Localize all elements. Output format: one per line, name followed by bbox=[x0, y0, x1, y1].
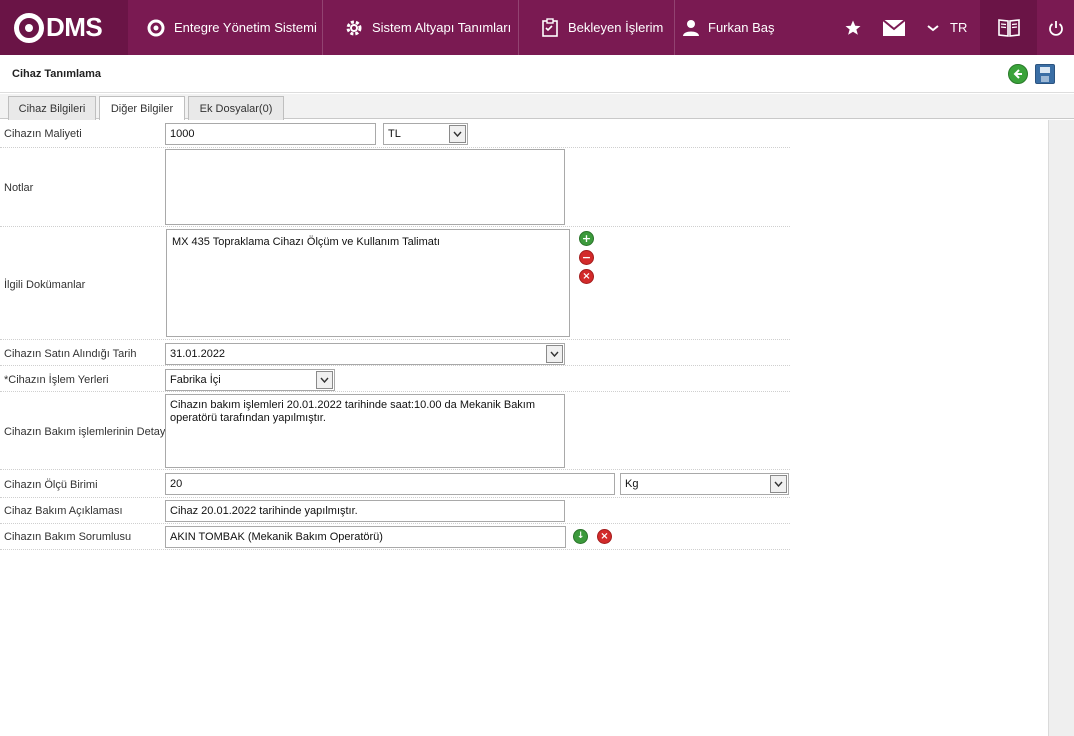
nav-pending-tasks-label: Bekleyen İşlerim bbox=[568, 20, 664, 35]
maintenance-detail-textarea[interactable]: Cihazın bakım işlemleri 20.01.2022 tarih… bbox=[165, 394, 565, 468]
nav-infrastructure[interactable]: Sistem Altyapı Tanımları bbox=[344, 0, 511, 55]
logo-text: DMS bbox=[46, 12, 103, 42]
tab-label: Cihaz Bilgileri bbox=[18, 102, 86, 115]
logo-q-icon bbox=[14, 12, 44, 43]
maintenance-desc-input[interactable]: Cihaz 20.01.2022 tarihinde yapılmıştır. bbox=[165, 500, 565, 522]
tab-label: Ek Dosyalar(0) bbox=[199, 102, 273, 115]
favorites-button[interactable] bbox=[844, 0, 862, 55]
chevron-down-icon bbox=[449, 125, 466, 143]
measure-unit-label: Cihazın Ölçü Birimi bbox=[4, 479, 98, 491]
measure-unit-select[interactable]: Kg bbox=[620, 473, 789, 495]
tab-other-info[interactable]: Diğer Bilgiler bbox=[99, 96, 185, 120]
nav-divider bbox=[518, 0, 519, 55]
star-icon bbox=[845, 20, 861, 35]
purchase-date-row: Cihazın Satın Alındığı Tarih 31.01.2022 bbox=[0, 340, 790, 366]
maintenance-owner-row: Cihazın Bakım Sorumlusu AKIN TOMBAK (Mek… bbox=[0, 524, 790, 550]
maintenance-desc-label: Cihaz Bakım Açıklaması bbox=[4, 505, 123, 517]
top-navigation-bar: DMS Entegre Yönetim Sistemi Sistem Altya… bbox=[0, 0, 1074, 55]
maintenance-owner-input[interactable]: AKIN TOMBAK (Mekanik Bakım Operatörü) bbox=[165, 526, 566, 548]
tab-label: Diğer Bilgiler bbox=[110, 102, 174, 115]
notes-textarea[interactable] bbox=[165, 149, 565, 225]
tab-device-info[interactable]: Cihaz Bilgileri bbox=[8, 96, 96, 120]
save-button[interactable] bbox=[1035, 64, 1055, 84]
currency-value: TL bbox=[388, 128, 401, 140]
purchase-date-label: Cihazın Satın Alındığı Tarih bbox=[4, 348, 137, 360]
measure-value-input[interactable]: 20 bbox=[165, 473, 615, 495]
form-area: Cihazın Maliyeti 1000 TL Notlar İlgili D… bbox=[0, 120, 1048, 736]
documents-list[interactable]: MX 435 Topraklama Cihazı Ölçüm ve Kullan… bbox=[166, 229, 570, 337]
q-circle-icon bbox=[147, 19, 165, 36]
close-icon: × bbox=[582, 270, 591, 282]
help-book-button[interactable] bbox=[980, 0, 1037, 55]
documents-row: İlgili Dokümanlar MX 435 Topraklama Ciha… bbox=[0, 227, 790, 340]
nav-divider bbox=[674, 0, 675, 55]
vertical-scrollbar[interactable] bbox=[1048, 120, 1074, 736]
arrow-left-icon bbox=[1013, 69, 1022, 79]
maintenance-owner-label: Cihazın Bakım Sorumlusu bbox=[4, 531, 132, 543]
gear-icon bbox=[346, 20, 362, 35]
arrow-down-icon: ↓ bbox=[576, 531, 585, 541]
user-name: Furkan Baş bbox=[708, 20, 775, 35]
select-owner-button[interactable]: ↓ bbox=[573, 529, 588, 544]
measure-unit-row: Cihazın Ölçü Birimi 20 Kg bbox=[0, 470, 790, 498]
nav-user-menu[interactable]: Furkan Baş bbox=[682, 0, 774, 55]
documents-label: İlgili Dokümanlar bbox=[4, 279, 86, 291]
locations-value: Fabrika İçi bbox=[170, 374, 221, 386]
chevron-down-icon bbox=[546, 345, 563, 363]
purchase-date-select[interactable]: 31.01.2022 bbox=[165, 343, 565, 365]
page-title: Cihaz Tanımlama bbox=[12, 68, 102, 80]
notes-label: Notlar bbox=[4, 182, 34, 194]
maintenance-desc-row: Cihaz Bakım Açıklaması Cihaz 20.01.2022 … bbox=[0, 498, 790, 524]
document-item[interactable]: MX 435 Topraklama Cihazı Ölçüm ve Kullan… bbox=[172, 236, 564, 249]
nav-pending-tasks[interactable]: Bekleyen İşlerim bbox=[540, 0, 663, 55]
locations-label: *Cihazın İşlem Yerleri bbox=[4, 374, 109, 386]
power-icon bbox=[1048, 20, 1063, 36]
minus-icon: − bbox=[581, 251, 592, 264]
clear-owner-button[interactable]: × bbox=[597, 529, 612, 544]
measure-unit-value: Kg bbox=[625, 478, 639, 490]
user-icon bbox=[683, 19, 699, 36]
back-button[interactable] bbox=[1008, 64, 1028, 84]
language-selector[interactable]: TR bbox=[926, 0, 967, 55]
logout-button[interactable] bbox=[1037, 0, 1074, 55]
mail-icon bbox=[883, 19, 905, 36]
chevron-down-icon bbox=[316, 371, 333, 389]
page-header: Cihaz Tanımlama bbox=[0, 55, 1074, 93]
locations-row: *Cihazın İşlem Yerleri Fabrika İçi bbox=[0, 366, 790, 392]
cost-input[interactable]: 1000 bbox=[165, 123, 376, 145]
maintenance-detail-row: Cihazın Bakım işlemlerinin Detayı Cihazı… bbox=[0, 392, 790, 470]
cost-row: Cihazın Maliyeti 1000 TL bbox=[0, 120, 790, 148]
nav-infrastructure-label: Sistem Altyapı Tanımları bbox=[372, 20, 512, 35]
clipboard-icon bbox=[542, 17, 558, 37]
nav-integrated-system[interactable]: Entegre Yönetim Sistemi bbox=[146, 0, 317, 55]
locations-select[interactable]: Fabrika İçi bbox=[165, 369, 335, 391]
maintenance-detail-label: Cihazın Bakım işlemlerinin Detayı bbox=[4, 426, 169, 438]
language-code: TR bbox=[950, 20, 968, 35]
currency-select[interactable]: TL bbox=[383, 123, 468, 145]
tab-bar: Cihaz Bilgileri Diğer Bilgiler Ek Dosyal… bbox=[0, 94, 1074, 120]
notes-row: Notlar bbox=[0, 148, 790, 227]
qdms-logo[interactable]: DMS bbox=[0, 0, 128, 55]
plus-icon: + bbox=[581, 232, 592, 245]
add-document-button[interactable]: + bbox=[579, 231, 594, 246]
chevron-down-icon bbox=[927, 24, 939, 31]
nav-divider bbox=[322, 0, 323, 55]
nav-integrated-system-label: Entegre Yönetim Sistemi bbox=[174, 20, 317, 35]
book-icon bbox=[997, 18, 1020, 37]
tab-attachments[interactable]: Ek Dosyalar(0) bbox=[188, 96, 284, 120]
chevron-down-icon bbox=[770, 475, 787, 493]
clear-documents-button[interactable]: × bbox=[579, 269, 594, 284]
remove-document-button[interactable]: − bbox=[579, 250, 594, 265]
close-icon: × bbox=[600, 530, 609, 542]
cost-label: Cihazın Maliyeti bbox=[4, 128, 82, 140]
messages-button[interactable] bbox=[883, 0, 905, 55]
purchase-date-value: 31.01.2022 bbox=[170, 348, 226, 360]
